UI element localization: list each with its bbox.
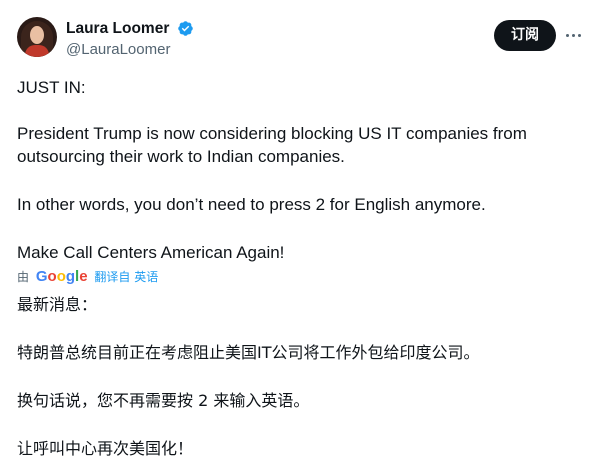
tweet-line-other-words: In other words, you don’t need to press … [17,195,486,214]
subscribe-button[interactable]: 订阅 [494,20,556,51]
author-info[interactable]: Laura Loomer @LauraLoomer [66,18,194,58]
author-handle[interactable]: @LauraLoomer [66,41,194,58]
translated-line-2: 特朗普总统目前正在考虑阻止美国IT公司将工作外包给印度公司。 [17,343,480,362]
tweet-line-president: President Trump is now considering block… [17,124,527,143]
avatar[interactable] [17,17,57,57]
tweet-line-make-call-centers: Make Call Centers American Again! [17,243,285,262]
tweet-line-outsourcing: outsourcing their work to Indian compani… [17,147,345,166]
translation-by-label: 由 [17,270,30,284]
translated-line-4: 让呼叫中心再次美国化！ [17,439,194,458]
tweet-line-just-in: JUST IN: [17,78,86,97]
translated-line-3: 换句话说，您不再需要按 2 来输入英语。 [17,391,310,410]
translated-from-link[interactable]: 翻译自 英语 [94,270,158,284]
verified-badge-icon[interactable] [177,20,194,37]
translated-line-1: 最新消息： [17,295,98,314]
display-name[interactable]: Laura Loomer [66,20,169,38]
more-options-icon[interactable] [563,24,585,46]
tweet-header: Laura Loomer @LauraLoomer 订阅 [0,0,599,70]
google-logo: Google [35,268,88,285]
translation-attribution: 由 Google 翻译自 英语 [17,268,158,285]
